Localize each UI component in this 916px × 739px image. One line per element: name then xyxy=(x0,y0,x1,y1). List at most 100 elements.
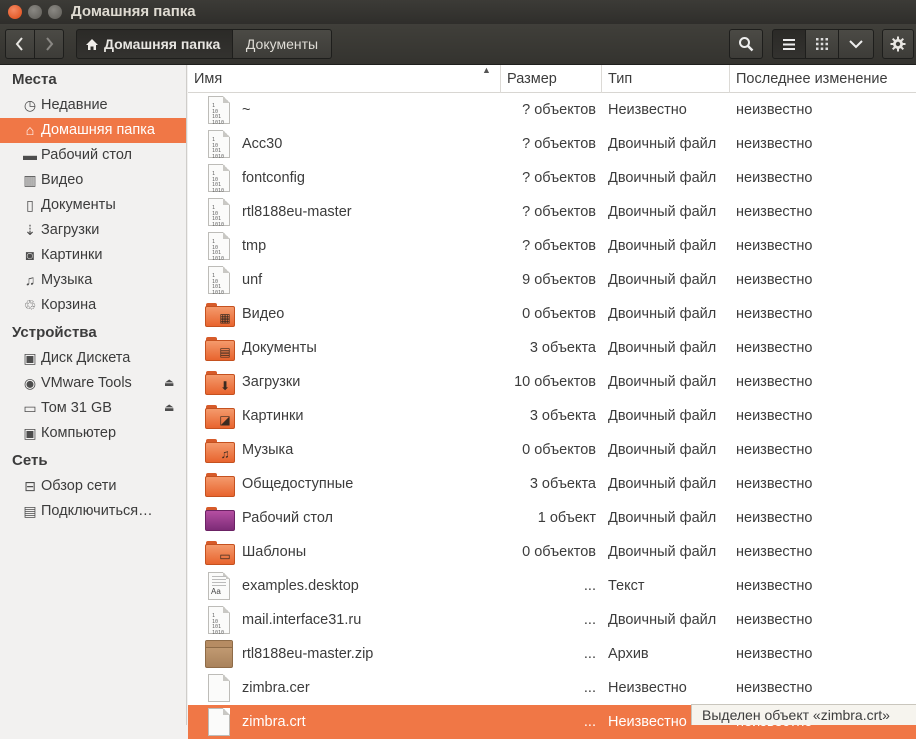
file-name: rtl8188eu-master.zip xyxy=(242,646,374,662)
binary-file-icon: 1 10 101 1010 xyxy=(208,266,230,295)
maximize-window-button[interactable] xyxy=(48,5,62,19)
file-modified: неизвестно xyxy=(736,578,813,594)
forward-button[interactable] xyxy=(34,29,64,59)
sidebar-item-vmware-tools[interactable]: ◉ VMware Tools ⏏ xyxy=(0,371,186,396)
file-name: zimbra.crt xyxy=(242,714,306,730)
file-name: Документы xyxy=(242,340,317,356)
downloads-folder-icon: ⬇ xyxy=(205,368,235,396)
computer-icon: ▣ xyxy=(23,425,37,441)
file-name: Картинки xyxy=(242,408,304,424)
table-row[interactable]: 1 10 101 1010 Acc30 ? объектов Двоичный файл не… xyxy=(188,127,916,161)
film-icon: ▥ xyxy=(23,172,37,188)
column-type-label: Тип xyxy=(608,71,633,87)
file-name: Шаблоны xyxy=(242,544,307,560)
file-type: Двоичный файл xyxy=(608,408,717,424)
eject-icon[interactable]: ⏏ xyxy=(164,371,174,396)
sidebar-item-connect-server[interactable]: ▤ Подключиться… xyxy=(0,499,186,524)
list-view-button[interactable] xyxy=(772,29,806,59)
table-row[interactable]: 1 10 101 1010 tmp ? объектов Двоичный файл неиз… xyxy=(188,229,916,263)
minimize-window-button[interactable] xyxy=(28,5,42,19)
sidebar-item-label: Документы xyxy=(41,197,116,213)
column-size[interactable]: Размер xyxy=(501,65,602,93)
table-row[interactable]: ▦ Видео 0 объектов Двоичный файл неизвестно xyxy=(188,297,916,331)
file-size: ? объектов xyxy=(522,136,596,152)
table-row[interactable]: Рабочий стол 1 объект Двоичный файл неизвес… xyxy=(188,501,916,535)
sidebar-item-label: Подключиться… xyxy=(41,503,153,519)
status-bar: Выделен объект «zimbra.crt» xyxy=(691,704,916,725)
drive-icon: ▭ xyxy=(23,400,37,416)
file-modified: неизвестно xyxy=(736,136,813,152)
file-name: mail.interface31.ru xyxy=(242,612,362,628)
column-modified[interactable]: Последнее изменение xyxy=(730,65,916,93)
file-type: Двоичный файл xyxy=(608,204,717,220)
sidebar-item-pictures[interactable]: ◙ Картинки xyxy=(0,243,186,268)
settings-button[interactable] xyxy=(882,29,914,59)
sidebar-item-volume[interactable]: ▭ Том 31 GB ⏏ xyxy=(0,396,186,421)
table-row[interactable]: ▭ Шаблоны 0 объектов Двоичный файл неизвестн… xyxy=(188,535,916,569)
sidebar-item-browse-network[interactable]: ⊟ Обзор сети xyxy=(0,474,186,499)
table-row[interactable]: 1 10 101 1010 mail.interface31.ru... Двоичный… xyxy=(188,603,916,637)
table-row[interactable]: zimbra.cer... Неизвестно неизвестно xyxy=(188,671,916,705)
table-row[interactable]: ⬇ Загрузки 10 объектов Двоичный файл неизвес… xyxy=(188,365,916,399)
table-row[interactable]: rtl8188eu-master.zip... Архив неизвестно xyxy=(188,637,916,671)
sidebar-item-documents[interactable]: ▯ Документы xyxy=(0,193,186,218)
folder-emblem-icon: ⬇ xyxy=(219,379,231,393)
sidebar-section-places: Места xyxy=(12,71,57,88)
table-row[interactable]: Общедоступные 3 объекта Двоичный файл неизв… xyxy=(188,467,916,501)
sidebar-item-music[interactable]: ♫ Музыка xyxy=(0,268,186,293)
file-size: ? объектов xyxy=(522,170,596,186)
table-row[interactable]: ♫ Музыка 0 объектов Двоичный файл неизвестно xyxy=(188,433,916,467)
search-button[interactable] xyxy=(729,29,763,59)
grid-view-icon xyxy=(816,38,828,50)
download-icon: ⇣ xyxy=(24,222,36,238)
sidebar-item-label: Видео xyxy=(41,172,84,188)
column-name[interactable]: Имя xyxy=(188,65,501,93)
chevron-right-icon xyxy=(46,37,54,51)
file-type: Двоичный файл xyxy=(608,238,717,254)
eject-icon[interactable]: ⏏ xyxy=(164,396,174,421)
sidebar-item-label: Рабочий стол xyxy=(41,147,133,163)
sidebar-item-label: Корзина xyxy=(41,297,97,313)
breadcrumb-home[interactable]: Домашняя папка xyxy=(76,29,233,59)
floppy-icon: ▣ xyxy=(23,350,37,366)
file-size: 0 объектов xyxy=(522,442,596,458)
title-bar: Домашняя папка xyxy=(0,0,916,24)
table-row[interactable]: 1 10 101 1010 fontconfig ? объектов Двоичный ф… xyxy=(188,161,916,195)
document-icon: ▯ xyxy=(26,197,34,213)
table-row[interactable]: ▤ Документы 3 объекта Двоичный файл неизвест… xyxy=(188,331,916,365)
file-type: Двоичный файл xyxy=(608,340,717,356)
file-size: 10 объектов xyxy=(514,374,596,390)
sidebar-item-floppy[interactable]: ▣ Диск Дискета xyxy=(0,346,186,371)
text-file-icon: Aa xyxy=(208,572,230,600)
table-row[interactable]: 1 10 101 1010 rtl8188eu-master ? объектов Двои… xyxy=(188,195,916,229)
sidebar-item-label: Диск Дискета xyxy=(41,350,131,366)
file-size: ? объектов xyxy=(522,238,596,254)
column-type[interactable]: Тип xyxy=(602,65,730,93)
close-window-button[interactable] xyxy=(8,5,22,19)
table-row[interactable]: ◪ Картинки 3 объекта Двоичный файл неизвестн… xyxy=(188,399,916,433)
table-row[interactable]: 1 10 101 1010 unf 9 объектов Двоичный файл неиз… xyxy=(188,263,916,297)
sidebar-item-downloads[interactable]: ⇣ Загрузки xyxy=(0,218,186,243)
file-modified: неизвестно xyxy=(736,102,813,118)
table-row[interactable]: Aa examples.desktop... Текст неизвестно xyxy=(188,569,916,603)
sidebar-item-computer[interactable]: ▣ Компьютер xyxy=(0,421,186,446)
list-view-icon xyxy=(783,38,795,50)
view-options-button[interactable] xyxy=(838,29,874,59)
back-button[interactable] xyxy=(5,29,35,59)
breadcrumb-documents[interactable]: Документы xyxy=(232,29,332,59)
video-folder-icon: ▦ xyxy=(205,300,235,328)
file-modified: неизвестно xyxy=(736,374,813,390)
sidebar-item-videos[interactable]: ▥ Видео xyxy=(0,168,186,193)
file-modified: неизвестно xyxy=(736,408,813,424)
grid-view-button[interactable] xyxy=(805,29,839,59)
file-size: 1 объект xyxy=(537,510,596,526)
sidebar-item-recent[interactable]: ◷ Недавние xyxy=(0,93,186,118)
table-row[interactable]: 1 10 101 1010 ~ ? объектов Неизвестно неизвестн… xyxy=(188,93,916,127)
sidebar-item-desktop[interactable]: ▬ Рабочий стол xyxy=(0,143,186,168)
chevron-down-icon xyxy=(849,40,863,49)
file-size: ... xyxy=(583,680,596,696)
sidebar-item-trash[interactable]: ♲ Корзина xyxy=(0,293,186,318)
sidebar-item-label: Картинки xyxy=(41,247,103,263)
file-type: Двоичный файл xyxy=(608,306,717,322)
sidebar-item-home[interactable]: ⌂ Домашняя папка xyxy=(0,118,186,143)
